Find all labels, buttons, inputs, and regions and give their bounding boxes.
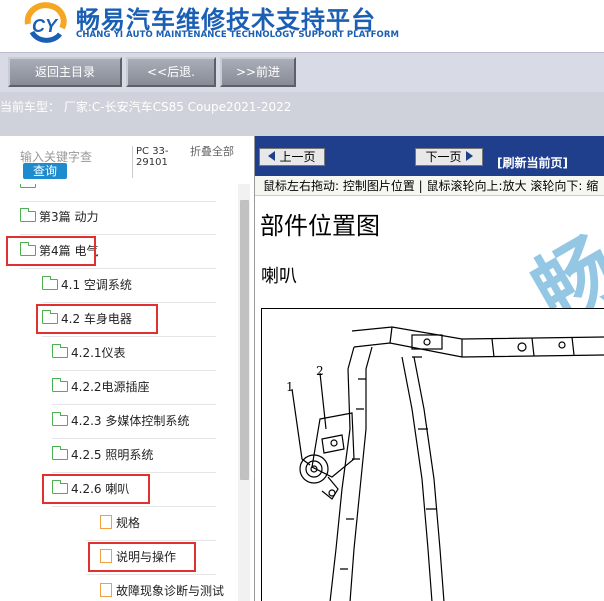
tree-item-label: 4.2.2电源插座 [71,380,150,394]
tree-item-label: 4.2.3 多媒体控制系统 [71,414,190,428]
home-button[interactable]: 返回主目录 [8,57,122,87]
prev-page-button[interactable]: 上一页 [259,148,325,166]
forward-button[interactable]: >>前进 [220,57,296,87]
folder-icon [19,208,36,222]
folder-icon [51,446,68,460]
search-area: 输入关键字查 查询 PC 33-29101 折叠全部 [0,136,250,184]
search-divider [132,146,133,178]
tree-item-spec[interactable]: 规格 [100,510,140,536]
document-panel: 上一页 下一页 [刷新当前页] 鼠标左右拖动: 控制图片位置 | 鼠标滚轮向上:… [255,136,604,601]
fold-all-button[interactable]: 折叠全部 [190,146,234,157]
page-title: 部件位置图 [260,212,380,240]
page-nav-bar: 上一页 下一页 [刷新当前页] [255,136,604,176]
tree-item-multimedia[interactable]: 4.2.3 多媒体控制系统 [51,408,190,434]
row-divider [20,234,216,235]
tree-item-label: 规格 [116,516,141,530]
tree-item-instrument[interactable]: 4.2.1仪表 [51,340,126,366]
callout-1: 1 [286,380,294,394]
document-icon [100,583,112,597]
row-divider [52,370,216,371]
tree-panel: 输入关键字查 查询 PC 33-29101 折叠全部 第3篇 动力 第4篇 电气… [0,136,255,601]
highlight-box [36,304,158,334]
section-title: 喇叭 [261,266,297,287]
document-icon [100,515,112,529]
tree-item-label: 故障现象诊断与测试 [116,584,225,598]
tree-item-partial [20,184,39,196]
row-divider [52,472,216,473]
row-divider [20,268,216,269]
row-divider [86,574,216,575]
diagram-drawing: 1 2 [286,326,604,601]
row-divider [52,506,216,507]
watermark: 畅 [513,176,604,316]
arrow-right-icon [465,151,473,161]
tree-item-label: 4.1 空调系统 [61,278,132,292]
watermark-graphic: 畅 [518,220,604,316]
back-button[interactable]: <<后退. [126,57,216,87]
changyi-logo-icon: CY [24,2,67,43]
callout-2: 2 [316,364,324,378]
brand-subtitle: CHANG YI AUTO MAINTENANCE TECHNOLOGY SUP… [76,30,400,40]
tree-scrollbar-thumb[interactable] [240,200,249,480]
highlight-box [42,474,150,504]
tree-item-lighting[interactable]: 4.2.5 照明系统 [51,442,154,468]
watermark-char: 畅 [518,220,604,316]
row-divider [42,336,216,337]
pc-code-label: PC 33-29101 [136,146,169,168]
svg-text:CY: CY [32,16,59,36]
prev-page-label: 上一页 [279,150,316,164]
catalog-tree: 第3篇 动力 第4篇 电气 4.1 空调系统 4.2 车身电器 4.2.1仪表 … [0,184,238,601]
folder-icon [51,344,68,358]
next-page-button[interactable]: 下一页 [415,148,483,166]
search-button[interactable]: 查询 [23,163,67,179]
next-page-label: 下一页 [425,150,462,164]
folder-icon [51,378,68,392]
tree-item-label: 第3篇 动力 [39,210,99,224]
tree-item-label: 4.2.5 照明系统 [71,448,154,462]
row-divider [52,404,216,405]
main-toolbar: 返回主目录 <<后退. >>前进 [0,52,604,92]
tree-item-diagnosis[interactable]: 故障现象诊断与测试 [100,578,224,601]
horn-location-diagram[interactable]: 1 2 [261,308,604,601]
vehicle-label: 当前车型： 厂家:C-长安汽车CS85 Coupe2021-2022 [0,100,292,114]
tree-item-label: 4.2.1仪表 [71,346,126,360]
tree-item-ac[interactable]: 4.1 空调系统 [41,272,132,298]
arrow-left-icon [268,151,276,161]
row-divider [42,302,216,303]
folder-icon [41,276,58,290]
tree-item-power[interactable]: 第3篇 动力 [19,204,99,230]
vehicle-bar: 当前车型： 厂家:C-长安汽车CS85 Coupe2021-2022 [0,92,604,136]
tree-item-power-socket[interactable]: 4.2.2电源插座 [51,374,150,400]
row-divider [20,201,216,202]
row-divider [86,540,216,541]
app-header: CY 畅易汽车维修技术支持平台 CHANG YI AUTO MAINTENANC… [0,0,604,52]
highlight-box [6,236,96,266]
row-divider [52,438,216,439]
folder-icon [20,184,36,188]
refresh-page-link[interactable]: [刷新当前页] [497,154,568,171]
highlight-box [88,542,196,572]
folder-icon [51,412,68,426]
